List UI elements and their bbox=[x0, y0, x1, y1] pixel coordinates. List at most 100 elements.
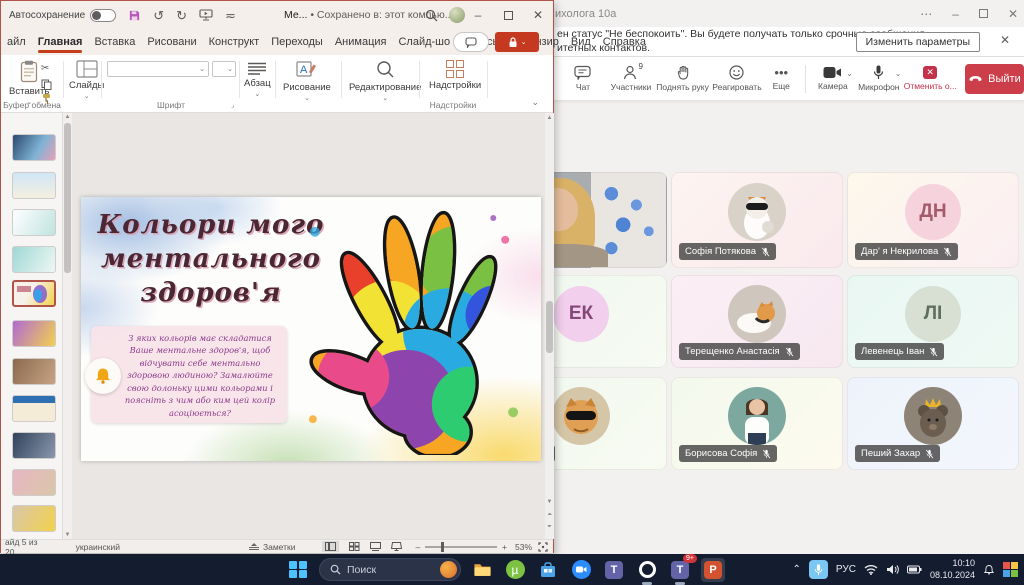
font-size-select[interactable]: ⌄ bbox=[212, 61, 236, 77]
participant-tile[interactable]: Пеший Захар bbox=[847, 377, 1019, 470]
tray-expand-chevron-icon[interactable]: ⌃ bbox=[793, 564, 801, 575]
autosave-toggle[interactable] bbox=[90, 9, 116, 22]
tab-design[interactable]: Конструкт bbox=[203, 36, 266, 48]
more-button[interactable]: ••• Еще bbox=[764, 66, 799, 91]
tab-slideshow[interactable]: Слайд-шо bbox=[392, 36, 456, 48]
clipboard-dialog-launcher[interactable]: ⌟ bbox=[57, 101, 60, 109]
powerpoint-taskbar-icon[interactable]: P bbox=[701, 558, 725, 582]
reading-view-button[interactable] bbox=[370, 542, 381, 551]
slide-thumbnail[interactable] bbox=[12, 432, 56, 459]
slide-thumbnail[interactable] bbox=[12, 395, 56, 422]
raise-hand-button[interactable]: Поднять руку bbox=[655, 65, 710, 92]
fit-to-window-button[interactable] bbox=[538, 542, 548, 552]
meeting-close-button[interactable]: ✕ bbox=[1008, 7, 1018, 21]
collapse-ribbon-chevron-icon[interactable]: ⌄ bbox=[531, 97, 539, 108]
file-explorer-icon[interactable] bbox=[470, 558, 494, 582]
slide-thumbnail[interactable] bbox=[12, 134, 56, 161]
save-icon[interactable] bbox=[128, 9, 141, 22]
slide-thumbnail[interactable] bbox=[12, 505, 56, 532]
utorrent-icon[interactable]: µ bbox=[503, 558, 527, 582]
search-icon[interactable] bbox=[425, 9, 438, 22]
tab-view[interactable]: Вид bbox=[565, 36, 597, 48]
slide-sorter-view-button[interactable] bbox=[349, 542, 360, 551]
mic-button[interactable]: Микрофон bbox=[855, 65, 903, 92]
participant-tile[interactable]: Борисова Софія bbox=[671, 377, 843, 470]
zoom-in-button[interactable]: + bbox=[502, 542, 507, 552]
widgets-icon[interactable] bbox=[1003, 562, 1018, 577]
cut-icon[interactable]: ✂ bbox=[41, 63, 49, 74]
ring-app-icon[interactable] bbox=[635, 558, 659, 582]
wifi-icon[interactable] bbox=[864, 564, 878, 575]
thumbnail-scrollbar[interactable]: ▲ ▼ bbox=[63, 113, 72, 539]
tab-animations[interactable]: Анимация bbox=[329, 36, 393, 48]
participant-tile[interactable]: Терещенко Анастасія bbox=[671, 275, 843, 368]
slide-thumbnail[interactable] bbox=[12, 246, 56, 273]
notification-bell-icon[interactable] bbox=[983, 564, 995, 576]
slide-thumbnail[interactable] bbox=[12, 469, 56, 496]
language-indicator[interactable]: украинский bbox=[76, 542, 120, 552]
clock[interactable]: 10:10 08.10.2024 bbox=[930, 558, 975, 581]
ppt-close-button[interactable]: ✕ bbox=[523, 1, 553, 29]
participant-tile[interactable]: ЛІ Левенець Іван bbox=[847, 275, 1019, 368]
zoom-slider[interactable] bbox=[425, 546, 497, 548]
slide-thumbnail[interactable] bbox=[12, 172, 56, 199]
tab-insert[interactable]: Вставка bbox=[88, 36, 141, 48]
banner-close-icon[interactable]: ✕ bbox=[1000, 33, 1010, 47]
normal-view-button[interactable] bbox=[322, 541, 339, 552]
zoom-slider-knob[interactable] bbox=[441, 542, 444, 552]
addins-button[interactable]: Надстройки bbox=[429, 60, 481, 91]
notes-button[interactable]: Заметки bbox=[248, 542, 296, 552]
tab-draw[interactable]: Рисовани bbox=[141, 36, 202, 48]
tab-home[interactable]: Главная bbox=[32, 36, 89, 48]
camera-button[interactable]: Камера bbox=[812, 66, 854, 91]
teams-icon[interactable]: T bbox=[602, 558, 626, 582]
slide-thumbnail[interactable] bbox=[12, 209, 56, 236]
share-button[interactable]: ⌄ bbox=[495, 32, 539, 52]
zoom-app-icon[interactable] bbox=[569, 558, 593, 582]
zoom-level[interactable]: 53% bbox=[515, 542, 532, 552]
participant-tile[interactable]: ДН Дар' я Некрилова bbox=[847, 172, 1019, 268]
tab-help[interactable]: Справка bbox=[597, 36, 652, 48]
change-settings-button[interactable]: Изменить параметры bbox=[856, 32, 980, 52]
slideshow-view-button[interactable] bbox=[391, 542, 402, 551]
microsoft-store-icon[interactable] bbox=[536, 558, 560, 582]
cancel-button[interactable]: ✕ Отменить о... bbox=[903, 66, 956, 91]
meeting-maximize-button[interactable] bbox=[979, 9, 988, 18]
meeting-minimize-button[interactable]: – bbox=[952, 7, 959, 21]
participant-tile[interactable]: Софія Потякова bbox=[671, 172, 843, 268]
participants-button[interactable]: 9 Участники bbox=[607, 65, 655, 92]
font-name-select[interactable]: ⌄ bbox=[107, 61, 209, 77]
ppt-minimize-button[interactable]: – bbox=[463, 1, 493, 29]
ppt-maximize-button[interactable] bbox=[493, 1, 523, 29]
slide-thumbnail[interactable] bbox=[12, 358, 56, 385]
chat-button[interactable]: Чат bbox=[559, 65, 607, 92]
zoom-out-button[interactable]: – bbox=[415, 542, 420, 552]
start-button[interactable] bbox=[286, 558, 310, 582]
slides-button[interactable]: Слайды ⌄ bbox=[69, 60, 104, 100]
copy-icon[interactable] bbox=[41, 79, 52, 90]
react-button[interactable]: Реагировать bbox=[710, 65, 763, 92]
tab-transitions[interactable]: Переходы bbox=[265, 36, 329, 48]
slideshow-icon[interactable] bbox=[199, 9, 213, 21]
font-dialog-launcher[interactable]: ⌟ bbox=[231, 101, 234, 109]
redo-icon[interactable]: ↻ bbox=[176, 9, 187, 22]
teams-notifications-icon[interactable]: T 9+ bbox=[668, 558, 692, 582]
battery-icon[interactable] bbox=[907, 565, 922, 574]
language-switcher[interactable]: РУС bbox=[836, 564, 856, 575]
slide-thumbnail-selected[interactable] bbox=[12, 280, 56, 307]
slide-thumbnail[interactable] bbox=[12, 320, 56, 347]
volume-icon[interactable] bbox=[886, 564, 899, 575]
editor-scrollbar[interactable]: ▲ ▼ ⏶ ⏷ bbox=[545, 113, 554, 539]
taskbar-search[interactable]: Поиск bbox=[319, 558, 461, 581]
tab-file[interactable]: айл bbox=[1, 36, 32, 48]
next-slide-button[interactable]: ⏷ bbox=[545, 524, 554, 531]
leave-button[interactable]: Выйти bbox=[965, 64, 1024, 94]
undo-icon[interactable]: ↺ bbox=[153, 9, 164, 22]
previous-slide-button[interactable]: ⏶ bbox=[545, 512, 554, 519]
mic-in-use-indicator[interactable] bbox=[809, 560, 828, 579]
editing-button[interactable]: Редактирование ⌄ bbox=[349, 60, 421, 102]
customize-quick-access-icon[interactable]: ≂ bbox=[225, 9, 236, 22]
drawing-button[interactable]: A Рисование ⌄ bbox=[283, 60, 331, 102]
comments-button[interactable] bbox=[453, 32, 489, 52]
slide-canvas[interactable]: Кольори мого ментального здоров'я З яких… bbox=[81, 197, 541, 461]
